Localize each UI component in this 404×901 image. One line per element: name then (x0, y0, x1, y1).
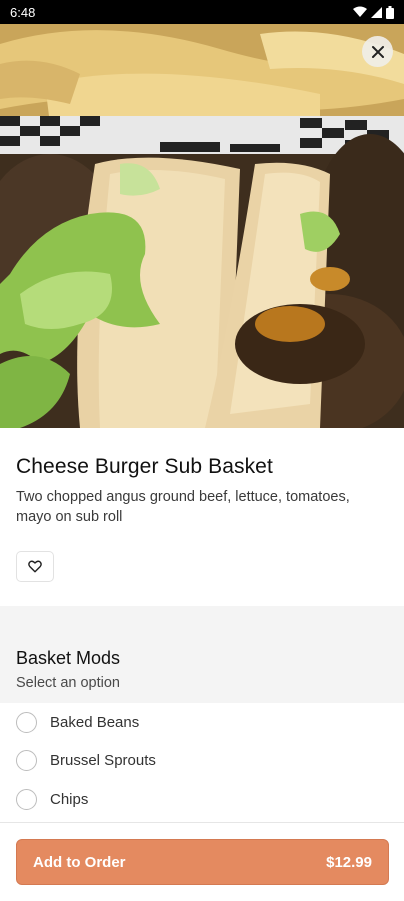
item-info: Cheese Burger Sub Basket Two chopped ang… (0, 428, 404, 606)
option-brussel-sprouts[interactable]: Brussel Sprouts (0, 742, 404, 781)
status-icons (353, 5, 394, 19)
basket-mods-subtitle: Select an option (16, 675, 120, 691)
radio-button[interactable] (16, 750, 37, 772)
favorite-button[interactable] (16, 551, 54, 582)
wifi-icon (353, 6, 367, 17)
radio-button[interactable] (16, 788, 37, 810)
bottom-bar: Add to Order $12.99 (0, 822, 404, 901)
heart-outline-icon (28, 560, 42, 573)
order-price: $12.99 (326, 853, 372, 871)
basket-mods-options: Baked Beans Brussel Sprouts Chips (0, 703, 404, 819)
status-time: 6:48 (10, 4, 36, 20)
basket-mods-header: Basket Mods Select an option (0, 630, 404, 703)
add-to-order-button[interactable]: Add to Order $12.99 (16, 839, 389, 885)
close-icon (371, 45, 384, 58)
status-bar: 6:48 (0, 0, 404, 24)
add-to-order-label: Add to Order (33, 853, 126, 871)
signal-icon (371, 6, 382, 18)
option-label: Baked Beans (50, 713, 140, 731)
radio-button[interactable] (16, 711, 37, 733)
option-chips[interactable]: Chips (0, 780, 404, 819)
section-divider (0, 606, 404, 630)
close-button[interactable] (362, 36, 393, 67)
item-title: Cheese Burger Sub Basket (16, 455, 273, 478)
battery-icon (386, 5, 394, 19)
basket-mods-title: Basket Mods (16, 648, 121, 668)
option-baked-beans[interactable]: Baked Beans (0, 703, 404, 742)
item-description: Two chopped angus ground beef, lettuce, … (16, 489, 350, 525)
option-label: Brussel Sprouts (50, 752, 156, 770)
option-label: Chips (50, 790, 89, 808)
item-photo (0, 24, 404, 428)
